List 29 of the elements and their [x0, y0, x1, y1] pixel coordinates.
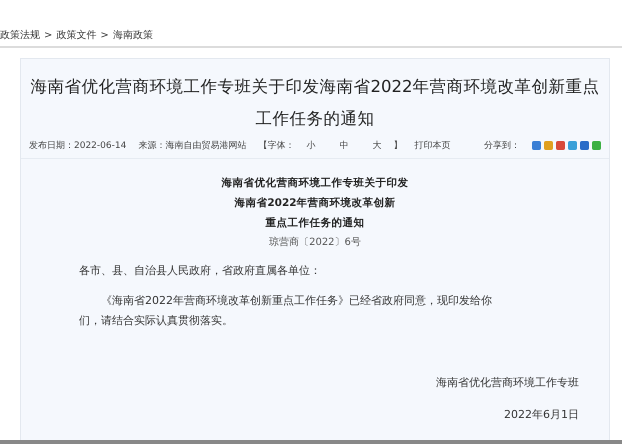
breadcrumb-link[interactable]: 政策法规: [0, 28, 40, 42]
greeting: 各市、县、自治县人民政府，省政府直属各单位：: [78, 263, 322, 279]
font-size-link[interactable]: 中: [339, 139, 348, 152]
font-size-link[interactable]: 小: [306, 139, 316, 152]
share-icon[interactable]: [592, 141, 601, 150]
font-size-link[interactable]: 大: [372, 139, 382, 152]
bracket-text: 】: [393, 140, 402, 152]
font-size-label: 【字体：: [258, 140, 294, 152]
source-label: 来源：海南自由贸易港网站: [138, 140, 246, 152]
share-icon[interactable]: [544, 141, 553, 150]
document-heading: 海南省优化营商环境工作专班关于印发: [220, 176, 410, 191]
breadcrumb-separator: >: [100, 30, 109, 40]
document-number: 琼营商〔2022〕6号: [268, 236, 362, 250]
document-heading: 重点工作任务的通知: [264, 216, 366, 231]
article-title: 海南省优化营商环境工作专班关于印发海南省2022年营商环境改革创新重点工作任务的通知: [30, 76, 600, 130]
print-link[interactable]: 打印本页: [414, 139, 450, 152]
share-icon[interactable]: [580, 141, 589, 150]
document-heading: 海南省2022年营商环境改革创新: [233, 196, 397, 211]
breadcrumb-link[interactable]: 政策文件: [56, 28, 96, 42]
share-icon[interactable]: [568, 141, 577, 150]
body-paragraph: 《海南省2022年营商环境改革创新重点工作任务》已经省政府同意，现印发给你们，请结合实际认真贯彻落实。: [78, 293, 493, 329]
publish-date: 发布日期：2022-06-14: [29, 140, 126, 152]
signature-date: 2022年6月1日: [503, 407, 580, 423]
breadcrumb-separator: >: [44, 30, 52, 40]
signature: 海南省优化营商环境工作专班: [435, 375, 580, 391]
share-icon[interactable]: [532, 141, 541, 150]
share-icon[interactable]: [556, 141, 565, 150]
share-label: 分享到：: [484, 140, 520, 152]
breadcrumb-link[interactable]: 海南政策: [112, 28, 153, 42]
